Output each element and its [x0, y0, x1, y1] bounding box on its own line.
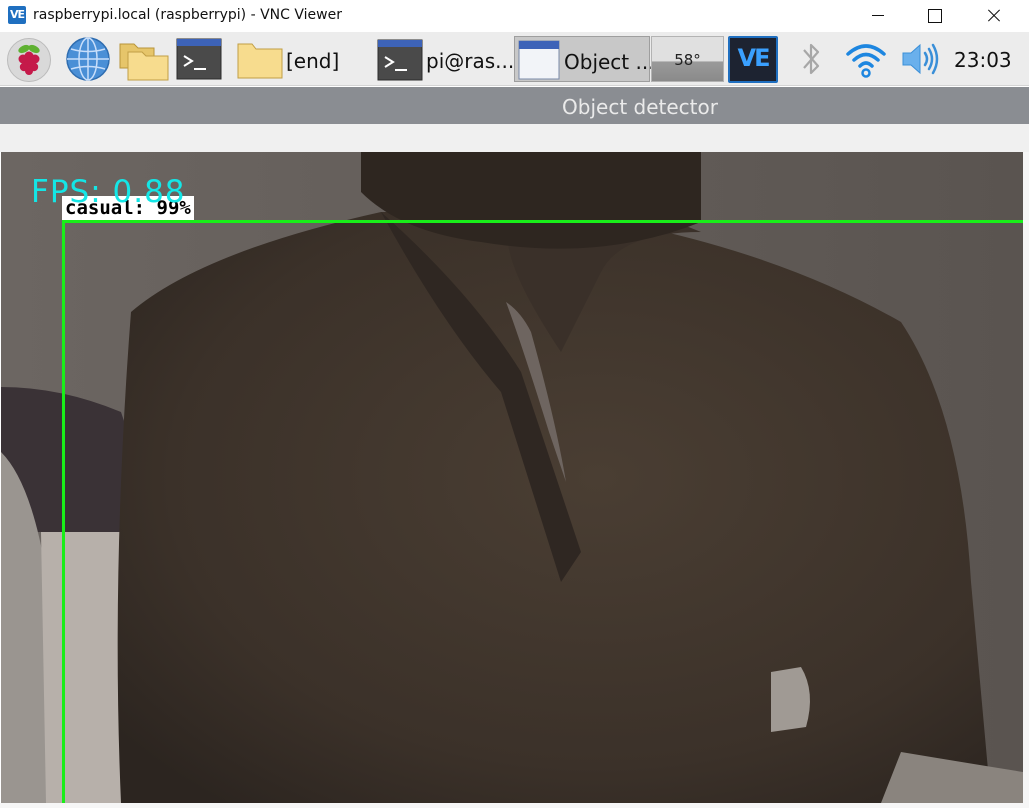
vnc-tray-label: VE: [737, 44, 771, 72]
taskbar-item-label: Object ...: [564, 50, 655, 74]
viewer-side-strip: [1023, 152, 1029, 808]
minimize-button[interactable]: [850, 0, 908, 32]
taskbar-item-label: [end]: [286, 49, 340, 73]
wifi-icon[interactable]: [843, 36, 889, 82]
taskbar-item-end-folder[interactable]: [end]: [234, 36, 372, 82]
fps-counter: FPS: 0.88: [31, 174, 186, 210]
window-icon: [518, 40, 560, 80]
cpu-temperature-value: 58°: [674, 51, 701, 69]
raspberry-pi-taskbar: [end] pi@ras... Object ... 58° VE 23:03: [0, 32, 1029, 86]
globe-browser-icon[interactable]: [64, 36, 116, 82]
object-detector-titlebar[interactable]: Object detector: [0, 87, 1029, 124]
vnc-window-titlebar: VE raspberrypi.local (raspberrypi) - VNC…: [0, 0, 1029, 32]
volume-icon[interactable]: [898, 36, 944, 82]
vnc-server-tray-icon[interactable]: VE: [728, 36, 778, 83]
detection-bounding-box: [62, 220, 1023, 803]
taskbar-item-label: pi@ras...: [426, 49, 515, 73]
taskbar-clock[interactable]: 23:03: [954, 48, 1012, 72]
terminal-icon[interactable]: [174, 36, 228, 82]
camera-feed: casual: 99% FPS: 0.88: [1, 152, 1023, 803]
file-manager-icon[interactable]: [118, 36, 172, 82]
viewer-bottom-strip: [0, 803, 1029, 808]
close-button[interactable]: [964, 0, 1022, 32]
window-title: raspberrypi.local (raspberrypi) - VNC Vi…: [33, 7, 342, 23]
app-window-header-strip: [0, 124, 1029, 152]
bluetooth-icon[interactable]: [796, 36, 826, 82]
taskbar-item-terminal[interactable]: pi@ras...: [374, 36, 515, 82]
terminal-icon: [377, 39, 423, 81]
maximize-button[interactable]: [906, 0, 964, 32]
vnc-app-icon: VE: [8, 6, 26, 24]
taskbar-item-object-detector[interactable]: Object ...: [514, 36, 655, 82]
raspberry-pi-menu-icon[interactable]: [4, 36, 54, 82]
folder-icon: [237, 43, 283, 79]
cpu-temperature-widget[interactable]: 58°: [651, 36, 724, 82]
app-window-title: Object detector: [562, 95, 718, 119]
